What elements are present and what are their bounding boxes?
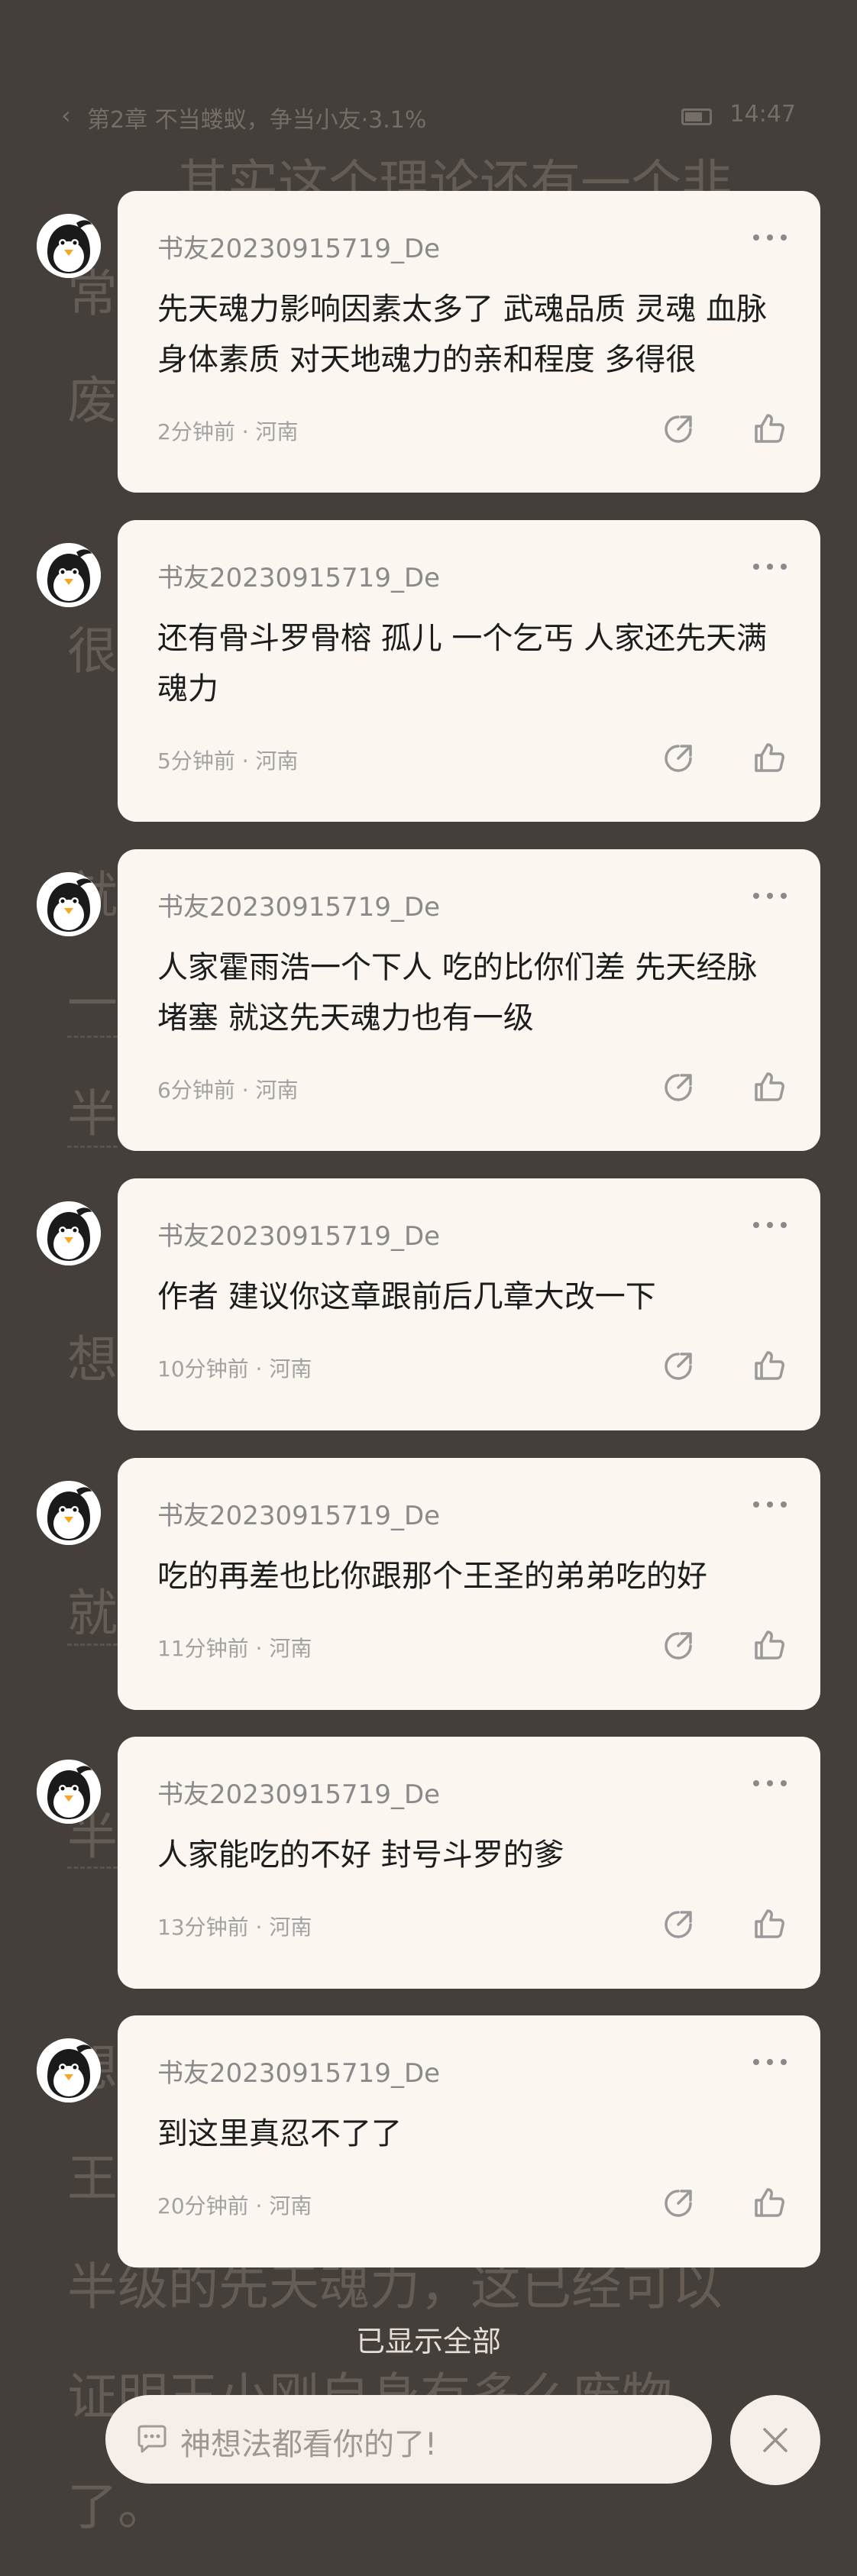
comment-location: 河南 xyxy=(269,2193,312,2219)
comment-text: 人家能吃的不好 封号斗罗的爹 xyxy=(157,1837,564,1873)
avatar[interactable] xyxy=(37,543,101,607)
comment-item: 书友20230915719_De 先天魂力影响因素太多了 武魂品质 灵魂 血脉 … xyxy=(0,191,857,493)
comment-text: 吃的再差也比你跟那个王圣的弟弟吃的好 xyxy=(157,1559,707,1594)
avatar[interactable] xyxy=(37,872,101,936)
comment-time: 6分钟前 xyxy=(157,1078,235,1103)
meta-separator: · xyxy=(255,2193,270,2219)
comment-text: 先天魂力影响因素太多了 武魂品质 灵魂 血脉 身体素质 对天地魂力的亲和程度 多… xyxy=(157,292,768,377)
chat-bubble-icon xyxy=(137,2425,167,2453)
more-options-icon[interactable] xyxy=(753,555,787,578)
comment-time: 20分钟前 xyxy=(157,2193,249,2219)
more-options-icon[interactable] xyxy=(753,1214,787,1236)
close-button[interactable] xyxy=(730,2395,820,2485)
meta-separator: · xyxy=(241,1078,256,1103)
comment-item: 书友20230915719_De 人家霍雨浩一个下人 吃的比你们差 先天经脉堵塞… xyxy=(0,849,857,1151)
penguin-avatar-icon xyxy=(37,1201,101,1265)
meta-separator: · xyxy=(255,1356,270,1382)
comment-meta: 6分钟前 · 河南 xyxy=(157,1074,299,1104)
comment-time: 11分钟前 xyxy=(157,1636,249,1661)
more-options-icon[interactable] xyxy=(753,2051,787,2073)
comment-item: 书友20230915719_De 作者 建议你这章跟前后几章大改一下 10分钟前… xyxy=(0,1178,857,1430)
share-icon[interactable] xyxy=(661,1908,695,1941)
comment-location: 河南 xyxy=(255,1078,299,1103)
comment-meta: 13分钟前 · 河南 xyxy=(157,1911,312,1941)
avatar[interactable] xyxy=(37,214,101,278)
penguin-avatar-icon xyxy=(37,2038,101,2102)
share-icon[interactable] xyxy=(661,1071,695,1104)
penguin-avatar-icon xyxy=(37,1481,101,1545)
share-icon[interactable] xyxy=(661,1349,695,1383)
comment-username[interactable]: 书友20230915719_De xyxy=(157,1773,440,1811)
meta-separator: · xyxy=(241,748,256,774)
comment-item: 书友20230915719_De 吃的再差也比你跟那个王圣的弟弟吃的好 11分钟… xyxy=(0,1458,857,1710)
comment-username[interactable]: 书友20230915719_De xyxy=(157,886,440,923)
comment-text: 到这里真忍不了了 xyxy=(157,2116,402,2151)
avatar[interactable] xyxy=(37,1201,101,1265)
comment-location: 河南 xyxy=(269,1915,312,1940)
comment-username[interactable]: 书友20230915719_De xyxy=(157,1495,440,1532)
comment-location: 河南 xyxy=(255,419,299,444)
avatar[interactable] xyxy=(37,2038,101,2102)
more-options-icon[interactable] xyxy=(753,1772,787,1795)
penguin-avatar-icon xyxy=(37,872,101,936)
penguin-avatar-icon xyxy=(37,214,101,278)
comment-location: 河南 xyxy=(269,1356,312,1382)
comment-text: 人家霍雨浩一个下人 吃的比你们差 先天经脉堵塞 就这先天魂力也有一级 xyxy=(157,950,758,1036)
comment-card[interactable]: 书友20230915719_De 人家霍雨浩一个下人 吃的比你们差 先天经脉堵塞… xyxy=(118,849,820,1151)
meta-separator: · xyxy=(255,1915,270,1940)
more-options-icon[interactable] xyxy=(753,884,787,907)
comment-item: 书友20230915719_De 人家能吃的不好 封号斗罗的爹 13分钟前 · … xyxy=(0,1737,857,1989)
comment-text: 作者 建议你这章跟前后几章大改一下 xyxy=(157,1279,656,1314)
comment-meta: 2分钟前 · 河南 xyxy=(157,415,299,446)
thumbs-up-icon[interactable] xyxy=(752,1627,787,1663)
share-icon[interactable] xyxy=(661,412,695,446)
thumbs-up-icon[interactable] xyxy=(752,1906,787,1941)
comment-location: 河南 xyxy=(255,748,299,774)
close-icon xyxy=(763,2428,787,2452)
penguin-avatar-icon xyxy=(37,1760,101,1824)
comment-meta: 10分钟前 · 河南 xyxy=(157,1353,312,1383)
comment-time: 2分钟前 xyxy=(157,419,235,444)
avatar[interactable] xyxy=(37,1481,101,1545)
thumbs-up-icon[interactable] xyxy=(752,411,787,446)
comment-card[interactable]: 书友20230915719_De 吃的再差也比你跟那个王圣的弟弟吃的好 11分钟… xyxy=(118,1458,820,1710)
comment-card[interactable]: 书友20230915719_De 到这里真忍不了了 20分钟前 · 河南 xyxy=(118,2015,820,2267)
comment-card[interactable]: 书友20230915719_De 作者 建议你这章跟前后几章大改一下 10分钟前… xyxy=(118,1178,820,1430)
penguin-avatar-icon xyxy=(37,543,101,607)
comment-username[interactable]: 书友20230915719_De xyxy=(157,2052,440,2090)
thumbs-up-icon[interactable] xyxy=(752,740,787,775)
comment-card[interactable]: 书友20230915719_De 还有骨斗罗骨榕 孤儿 一个乞丐 人家还先天满魂… xyxy=(118,520,820,822)
comment-meta: 5分钟前 · 河南 xyxy=(157,745,299,775)
share-icon[interactable] xyxy=(661,742,695,775)
comment-username[interactable]: 书友20230915719_De xyxy=(157,1215,440,1252)
more-options-icon[interactable] xyxy=(753,1493,787,1516)
thumbs-up-icon[interactable] xyxy=(752,1069,787,1104)
comment-input[interactable]: 神想法都看你的了! xyxy=(105,2395,712,2484)
comment-time: 5分钟前 xyxy=(157,748,235,774)
comment-text: 还有骨斗罗骨榕 孤儿 一个乞丐 人家还先天满魂力 xyxy=(157,621,768,706)
comment-time: 13分钟前 xyxy=(157,1915,249,1940)
avatar[interactable] xyxy=(37,1760,101,1824)
comment-username[interactable]: 书友20230915719_De xyxy=(157,228,440,265)
share-icon[interactable] xyxy=(661,2187,695,2220)
thumbs-up-icon[interactable] xyxy=(752,2185,787,2220)
comment-meta: 20分钟前 · 河南 xyxy=(157,2190,312,2220)
thumbs-up-icon[interactable] xyxy=(752,1348,787,1383)
comment-item: 书友20230915719_De 到这里真忍不了了 20分钟前 · 河南 xyxy=(0,2015,857,2267)
comment-card[interactable]: 书友20230915719_De 人家能吃的不好 封号斗罗的爹 13分钟前 · … xyxy=(118,1737,820,1989)
comment-item: 书友20230915719_De 还有骨斗罗骨榕 孤儿 一个乞丐 人家还先天满魂… xyxy=(0,520,857,822)
comment-location: 河南 xyxy=(269,1636,312,1661)
input-placeholder: 神想法都看你的了! xyxy=(180,2427,438,2462)
comment-time: 10分钟前 xyxy=(157,1356,249,1382)
more-options-icon[interactable] xyxy=(753,226,787,249)
comment-meta: 11分钟前 · 河南 xyxy=(157,1632,312,1663)
share-icon[interactable] xyxy=(661,1629,695,1663)
comment-username[interactable]: 书友20230915719_De xyxy=(157,557,440,594)
meta-separator: · xyxy=(241,419,256,444)
meta-separator: · xyxy=(255,1636,270,1661)
shown-all-label: 已显示全部 xyxy=(355,2325,501,2358)
comment-card[interactable]: 书友20230915719_De 先天魂力影响因素太多了 武魂品质 灵魂 血脉 … xyxy=(118,191,820,493)
